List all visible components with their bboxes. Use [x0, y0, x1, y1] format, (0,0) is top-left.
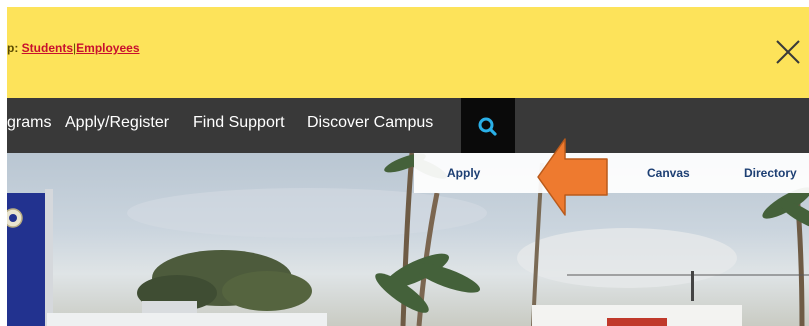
- quick-links-bar: Apply Canvas Directory: [414, 153, 809, 193]
- main-nav: grams Apply/Register Find Support Discov…: [7, 98, 809, 153]
- search-button[interactable]: [461, 98, 515, 153]
- search-icon: [478, 117, 497, 136]
- alert-message: p: Students|Employees: [7, 41, 140, 55]
- close-icon: [776, 40, 800, 64]
- quick-link-canvas[interactable]: Canvas: [647, 166, 690, 180]
- nav-item-find-support[interactable]: Find Support: [193, 114, 285, 132]
- alert-link-students[interactable]: Students: [22, 41, 73, 55]
- alert-prefix: p:: [7, 41, 22, 55]
- alert-link-employees[interactable]: Employees: [76, 41, 139, 55]
- quick-link-apply[interactable]: Apply: [447, 166, 480, 180]
- nav-item-discover-campus[interactable]: Discover Campus: [307, 114, 433, 132]
- alert-banner: p: Students|Employees: [7, 7, 809, 98]
- quick-link-directory[interactable]: Directory: [744, 166, 797, 180]
- nav-item-apply-register[interactable]: Apply/Register: [65, 114, 169, 132]
- page-edge: [0, 0, 7, 326]
- annotation-arrow-icon: [537, 138, 608, 216]
- close-alert-button[interactable]: [773, 37, 803, 67]
- nav-item-programs[interactable]: grams: [7, 114, 51, 132]
